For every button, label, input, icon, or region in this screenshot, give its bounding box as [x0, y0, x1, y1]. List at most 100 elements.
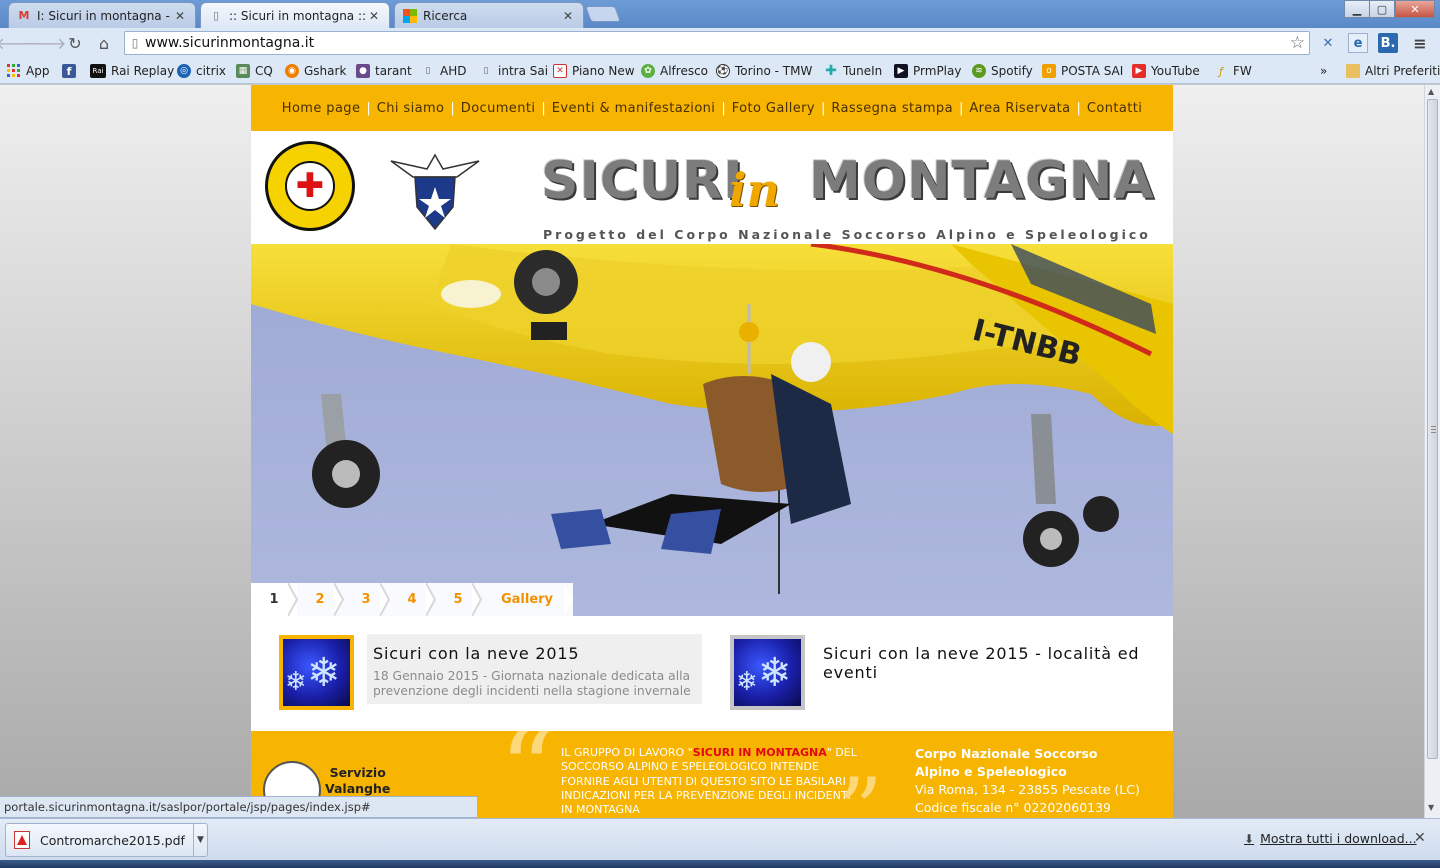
- tab-sicuri[interactable]: ▯ :: Sicuri in montagna :: ✕: [200, 2, 390, 28]
- bookmark-intra-sai[interactable]: ▯ intra Sai: [479, 62, 549, 80]
- address-line: Codice fiscale n° 02202060139: [915, 800, 1112, 815]
- news-item[interactable]: Sicuri con la neve 2015 18 Gennaio 2015 …: [367, 634, 702, 704]
- chevron-right-icon: [334, 583, 345, 616]
- servizio-valanghe-label[interactable]: Servizio Valanghe: [325, 765, 390, 797]
- minimize-button[interactable]: ▁: [1344, 0, 1370, 18]
- cnsas-logo[interactable]: ✚: [265, 141, 355, 231]
- scroll-grip: [1431, 426, 1436, 427]
- apps-grid-icon: [7, 64, 21, 78]
- site-brand[interactable]: SICURI in MONTAGNA: [541, 151, 1161, 215]
- tab-ricerca[interactable]: Ricerca ✕: [394, 2, 584, 28]
- news-title[interactable]: Sicuri con la neve 2015: [373, 644, 696, 663]
- cq-icon: ▦: [236, 64, 250, 78]
- nav-area-riservata[interactable]: Area Riservata: [963, 101, 1076, 116]
- home-icon[interactable]: ⌂: [93, 32, 115, 54]
- news-thumbnail[interactable]: ❄ ❄: [279, 635, 354, 710]
- news-thumbnail[interactable]: ❄ ❄: [730, 635, 805, 710]
- close-window-button[interactable]: ✕: [1395, 0, 1435, 18]
- other-bookmarks-folder[interactable]: Altri Preferiti: [1346, 62, 1440, 80]
- chevron-down-icon[interactable]: ▼: [193, 823, 207, 857]
- download-filename[interactable]: Contromarche2015.pdf: [40, 833, 193, 848]
- ie-tab-icon[interactable]: e: [1348, 33, 1368, 53]
- menu-icon[interactable]: ≡: [1410, 33, 1430, 53]
- news-item[interactable]: Sicuri con la neve 2015 - località ed ev…: [817, 634, 1157, 704]
- chevron-right-icon: [472, 583, 483, 616]
- mission-highlight: Sicuri in Montagna: [692, 746, 827, 759]
- nav-foto-gallery[interactable]: Foto Gallery: [726, 101, 821, 116]
- vertical-scrollbar[interactable]: ▲ ▼: [1424, 85, 1440, 818]
- nav-chi-siamo[interactable]: Chi siamo: [371, 101, 451, 116]
- scrollbar-thumb[interactable]: [1427, 99, 1438, 759]
- bookmark-b-icon[interactable]: B.: [1378, 33, 1398, 53]
- slider-tab-label: 3: [361, 592, 371, 607]
- bookmark-tunein[interactable]: ✚ TuneIn: [824, 62, 882, 80]
- slider-tab-label: 2: [315, 592, 325, 607]
- quote-open-icon: “: [499, 731, 556, 818]
- bookmark-label: YouTube: [1151, 64, 1200, 78]
- slider-tab-gallery[interactable]: Gallery: [481, 583, 573, 616]
- mission-pre: Il gruppo di lavoro ": [561, 746, 693, 759]
- bookmark-star-icon[interactable]: ☆: [1290, 33, 1305, 53]
- page-icon: ▯: [425, 66, 431, 76]
- news-section: ❄ ❄ Sicuri con la neve 2015 18 Gennaio 20…: [251, 616, 1173, 731]
- new-tab-button[interactable]: [585, 6, 621, 22]
- download-item[interactable]: Contromarche2015.pdf ▼: [5, 823, 208, 857]
- cai-eagle-logo[interactable]: [387, 147, 483, 231]
- bookmark-facebook[interactable]: f: [62, 62, 81, 80]
- bookmark-posta-sai[interactable]: o POSTA SAI: [1042, 62, 1123, 80]
- extension-icon[interactable]: ✕: [1318, 33, 1338, 53]
- maximize-button[interactable]: ▢: [1369, 0, 1395, 18]
- show-all-downloads-link[interactable]: ⬇ Mostra tutti i download...: [1244, 831, 1417, 846]
- tab-title: I: Sicuri in montagna - jac: [37, 8, 173, 23]
- pdf-file-icon: [14, 831, 30, 849]
- page-icon: ▯: [212, 9, 220, 22]
- bookmark-fw[interactable]: ƒ FW: [1214, 62, 1252, 80]
- forward-arrow-icon[interactable]: 🡒: [24, 32, 67, 54]
- bookmark-torino-tmw[interactable]: ⚽ Torino - TMW: [716, 62, 812, 80]
- address-line: Corpo Nazionale Soccorso: [915, 746, 1098, 761]
- bookmark-app[interactable]: App: [7, 62, 49, 80]
- slider-tab-label: 4: [407, 592, 417, 607]
- slider-tab-1[interactable]: 1: [251, 583, 299, 616]
- nav-eventi[interactable]: Eventi & manifestazioni: [546, 101, 722, 116]
- bookmark-tarant[interactable]: ● tarant: [356, 62, 412, 80]
- page-icon: ▯: [483, 66, 489, 76]
- bookmark-rai-replay[interactable]: Rai Rai Replay: [90, 62, 174, 80]
- reload-icon[interactable]: ↻: [64, 32, 86, 54]
- bookmark-prmplay[interactable]: ▶ PrmPlay: [894, 62, 961, 80]
- nav-home-page[interactable]: Home page: [276, 101, 367, 116]
- bookmark-gshark[interactable]: ◉ Gshark: [285, 62, 346, 80]
- url-text[interactable]: www.sicurinmontagna.it: [145, 35, 314, 51]
- tab-strip: M I: Sicuri in montagna - jac ✕ ▯ :: Sic…: [0, 0, 1440, 28]
- rai-icon: Rai: [90, 64, 106, 78]
- browser-toolbar: 🡐 🡒 ↻ ⌂ ▯ www.sicurinmontagna.it ☆ ✕ e B…: [0, 28, 1440, 58]
- news-title[interactable]: Sicuri con la neve 2015 - località ed ev…: [823, 644, 1151, 682]
- bookmark-alfresco[interactable]: ✿ Alfresco: [641, 62, 708, 80]
- nav-rassegna-stampa[interactable]: Rassegna stampa: [825, 101, 959, 116]
- tarant-icon: ●: [356, 64, 370, 78]
- brand-montagna: MONTAGNA: [809, 151, 1155, 211]
- address-bar[interactable]: ▯ www.sicurinmontagna.it ☆: [124, 31, 1310, 55]
- bookmark-youtube[interactable]: ▶ YouTube: [1132, 62, 1200, 80]
- bookmark-piano-new[interactable]: ✕ Piano New: [553, 62, 635, 80]
- close-tab-icon[interactable]: ✕: [173, 9, 187, 23]
- bookmark-cq[interactable]: ▦ CQ: [236, 62, 273, 80]
- close-tab-icon[interactable]: ✕: [367, 9, 381, 23]
- scroll-up-icon[interactable]: ▲: [1428, 87, 1434, 96]
- tab-gmail[interactable]: M I: Sicuri in montagna - jac ✕: [8, 2, 196, 28]
- hero-slider[interactable]: I-TNBB: [251, 244, 1173, 616]
- bookmark-ahd[interactable]: ▯ AHD: [421, 62, 467, 80]
- download-arrow-icon: ⬇: [1244, 831, 1255, 846]
- bookmark-spotify[interactable]: ≋ Spotify: [972, 62, 1033, 80]
- snowflake-icon: ❄: [307, 650, 341, 696]
- nav-documenti[interactable]: Documenti: [455, 101, 542, 116]
- bookmark-citrix[interactable]: ◎ citrix: [177, 62, 226, 80]
- scroll-down-icon[interactable]: ▼: [1428, 803, 1434, 812]
- close-tab-icon[interactable]: ✕: [561, 9, 575, 23]
- close-downloads-icon[interactable]: ✕: [1414, 830, 1426, 846]
- nav-contatti[interactable]: Contatti: [1081, 101, 1148, 116]
- bookmarks-overflow-button[interactable]: »: [1320, 62, 1327, 80]
- folder-icon: [1346, 64, 1360, 78]
- site-header: ✚ SICURI in MONTAGNA Progetto del Corpo …: [251, 131, 1173, 244]
- bookmark-label: Altri Preferiti: [1365, 64, 1440, 78]
